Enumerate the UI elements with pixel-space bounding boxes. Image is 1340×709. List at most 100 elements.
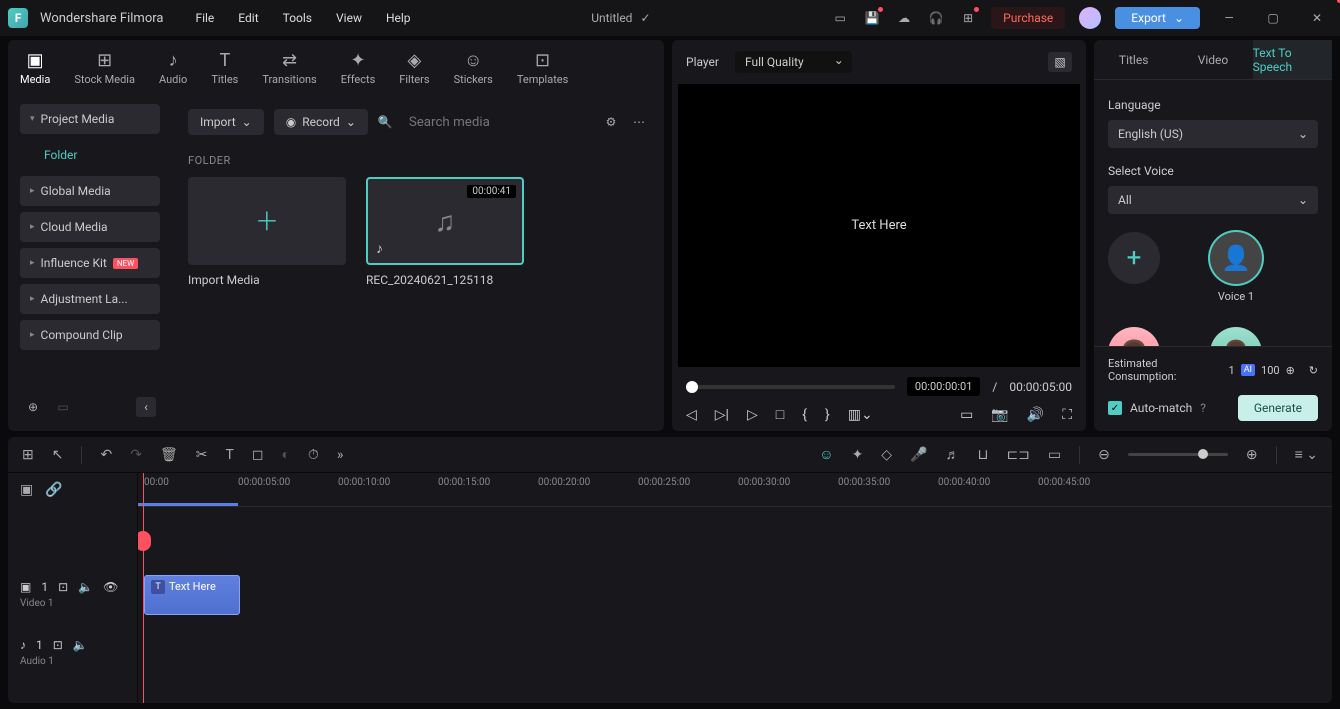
import-media-card[interactable]: + Import Media [188,177,346,287]
export-button[interactable]: Export⌄ [1115,7,1200,29]
zoom-in-icon[interactable]: ⊕ [1246,447,1258,463]
add-credits-icon[interactable]: ⊕ [1286,364,1295,377]
snapshot-icon[interactable]: ▧ [1048,52,1072,72]
tab-audio[interactable]: ♪Audio [159,50,187,86]
fullscreen-icon[interactable]: ⛶ [1062,407,1072,423]
minimize-button[interactable]: — [1214,3,1244,33]
audio-track-1[interactable] [138,623,1332,681]
playhead[interactable] [143,473,144,703]
title-clip[interactable]: TText Here [144,575,240,615]
camera-icon[interactable]: 📷 [991,407,1008,423]
purchase-button[interactable]: Purchase [991,7,1065,29]
sidebar-item-influence-kit[interactable]: ▸Influence KitNEW [20,248,160,278]
mark-in-button[interactable]: { [802,407,807,423]
tl-delete-icon[interactable]: 🗑 [160,447,178,463]
language-select[interactable]: English (US)⌄ [1108,120,1318,148]
user-avatar[interactable] [1079,7,1101,29]
preview-canvas[interactable]: Text Here [678,84,1080,367]
display-icon[interactable]: ▭ [960,407,973,423]
quality-dropdown[interactable]: Full Quality [735,51,852,73]
automatch-checkbox[interactable]: ✓ [1108,401,1122,415]
rp-tab-titles[interactable]: Titles [1094,40,1173,79]
tl-speed-icon[interactable]: ⏱ [308,447,319,463]
prev-frame-button[interactable]: ◁ [686,407,697,423]
cloud-upload-icon[interactable]: ☁ [895,9,913,27]
tl-color-icon[interactable]: ◐ [281,446,289,463]
screen-icon[interactable]: ▭ [831,9,849,27]
tl-text-icon[interactable]: T [225,447,233,463]
tab-effects[interactable]: ✦Effects [341,50,376,86]
tab-templates[interactable]: ⊡Templates [517,50,568,86]
tl-effects-icon[interactable]: ✦ [852,447,864,463]
tl-snap-icon[interactable]: ▣ [20,482,33,498]
track-head-video-1[interactable]: ▣1⊡🔈👁 Video 1 [8,565,137,623]
save-icon[interactable]: 💾 [863,9,881,27]
sidebar-item-adjustment-layer[interactable]: ▸Adjustment La... [20,284,160,314]
close-button[interactable]: ✕ [1302,3,1332,33]
new-folder-icon[interactable]: ⊕ [24,398,42,416]
folder-icon[interactable]: ▭ [54,398,72,416]
tl-magnet-icon[interactable]: ⊔ [978,447,989,463]
tl-crop-icon[interactable]: ◻ [252,447,264,463]
tl-undo-icon[interactable]: ↶ [100,447,112,463]
sidebar-item-folder[interactable]: Folder [20,140,160,170]
cloud-sync-icon[interactable]: ✓ [640,11,650,25]
filter-icon[interactable]: ⚙ [602,113,620,131]
search-input[interactable] [403,109,592,136]
rp-tab-video[interactable]: Video [1173,40,1252,79]
menu-view[interactable]: View [336,11,362,25]
tab-titles[interactable]: TTitles [211,50,238,86]
zoom-slider[interactable] [1128,453,1228,456]
tl-linklock-icon[interactable]: 🔗 [45,482,62,498]
headset-icon[interactable]: 🎧 [927,9,945,27]
tl-more-icon[interactable]: » [337,447,344,463]
tab-stickers[interactable]: ☺Stickers [454,50,493,86]
tl-link-icon[interactable]: ⊏⊐ [1006,447,1029,463]
tl-redo-icon[interactable]: ↷ [130,447,142,463]
tl-music-icon[interactable]: ♬ [946,446,960,463]
sidebar-item-cloud-media[interactable]: ▸Cloud Media [20,212,160,242]
video-track-1[interactable]: TText Here [138,565,1332,623]
mark-out-button[interactable]: } [825,407,830,423]
import-button[interactable]: Import⌄ [188,109,264,135]
record-button[interactable]: ◉Record⌄ [274,109,368,135]
time-ruler[interactable]: 00:00 00:00:05:00 00:00:10:00 00:00:15:0… [138,473,1332,507]
tl-mic-icon[interactable]: 🎤 [910,447,927,463]
sidebar-item-compound-clip[interactable]: ▸Compound Clip [20,320,160,350]
refresh-icon[interactable]: ↻ [1309,364,1318,377]
stop-button[interactable]: □ [776,406,784,423]
tl-grid-icon[interactable]: ⊞ [22,447,34,463]
menu-help[interactable]: Help [386,11,411,25]
voice-add[interactable]: + [1108,232,1160,303]
voice-filter-select[interactable]: All⌄ [1108,186,1318,214]
scrub-bar[interactable] [686,385,895,389]
voice-1[interactable]: 👤Voice 1 [1210,232,1262,303]
tab-filters[interactable]: ◈Filters [399,50,429,86]
ratio-button[interactable]: ▥⌄ [848,407,873,423]
maximize-button[interactable]: ▢ [1258,3,1288,33]
rp-tab-tts[interactable]: Text To Speech [1253,40,1332,79]
tl-marker-icon[interactable]: ◇ [881,447,892,463]
view-mode-icon[interactable]: ≡ ⌄ [1295,446,1318,463]
tl-cut-icon[interactable]: ✂ [196,447,208,463]
more-icon[interactable]: ⋯ [630,113,648,131]
zoom-out-icon[interactable]: ⊖ [1098,447,1110,463]
tl-face-icon[interactable]: ☺ [819,446,833,463]
generate-button[interactable]: Generate [1238,395,1318,421]
tl-caption-icon[interactable]: ▭ [1048,447,1061,463]
media-file-card[interactable]: 00:00:41 ♫ ♪ REC_20240621_125118 [366,177,524,287]
menu-file[interactable]: File [195,11,214,25]
help-icon[interactable]: ? [1200,401,1206,415]
tab-transitions[interactable]: ⇄Transitions [262,50,316,86]
play-button[interactable]: ▷ [747,407,758,423]
step-button[interactable]: ▷| [715,407,729,423]
volume-icon[interactable]: 🔊 [1027,407,1044,423]
sidebar-item-project-media[interactable]: ▾Project Media [20,104,160,134]
tab-media[interactable]: ▣Media [20,50,50,86]
menu-tools[interactable]: Tools [283,11,312,25]
voice-jenny[interactable]: 👩Jenny [1108,327,1160,346]
timeline-tracks[interactable]: 00:00 00:00:05:00 00:00:10:00 00:00:15:0… [138,473,1332,703]
tl-cursor-icon[interactable]: ↖ [52,447,64,463]
tab-stock-media[interactable]: ⊞Stock Media [74,50,135,86]
collapse-sidebar-button[interactable]: ‹ [136,397,156,417]
